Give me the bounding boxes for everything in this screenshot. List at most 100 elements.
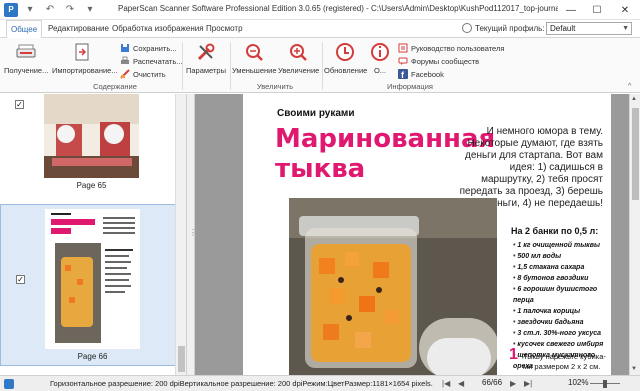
forums-button[interactable]: Форумы сообществ [398,55,479,67]
window-title: PaperScan Scanner Software Professional … [118,4,558,13]
ingredient-item: 8 бутонов гвоздики [513,273,611,284]
ingredients-title: На 2 банки по 0,5 л: [511,226,599,236]
redo-icon[interactable]: ↷ [62,2,78,18]
tools-icon [194,40,218,64]
profile-select[interactable]: Default ▼ [546,22,632,35]
info-icon [368,40,392,64]
page-viewer[interactable]: Своими руками Маринованная тыква И немно… [195,94,629,375]
facebook-button[interactable]: f Facebook [398,68,444,80]
step-text: Тыкву нарежьте кубика-ми размером 2 х 2 … [523,352,606,371]
qa-menu-icon[interactable]: ▾ [22,2,38,18]
minimize-button[interactable]: — [558,0,584,20]
group-content-label: Содержание [93,82,137,91]
page-65-label: Page 65 [76,181,107,190]
user-guide-button[interactable]: Руководство пользователя [398,42,504,54]
status-app-icon [4,378,14,389]
page-canvas: Своими руками Маринованная тыква И немно… [243,94,611,375]
profile-label-text: Текущий профиль: [475,23,545,33]
profile-label: Текущий профиль: [462,23,545,33]
save-icon [120,43,130,53]
pane-splitter[interactable]: ⋮ [187,94,197,375]
ingredient-item: кусочек свежего имбиря [513,339,611,350]
parameters-button[interactable]: Параметры [186,40,226,75]
user-guide-label: Руководство пользователя [411,43,505,53]
ingredient-item: 1 кг очищенной тыквы [513,240,611,251]
import-icon [70,40,94,64]
page-section-title: Своими руками [277,108,355,119]
page-65-thumbnail [44,94,139,178]
recipe-step: 1 Тыкву нарежьте кубика-ми размером 2 х … [509,346,611,372]
zoom-slider-knob[interactable] [603,380,607,388]
thumbnail-item-65[interactable]: ✓ Page 65 [0,94,176,202]
acquire-label: Получение... [4,66,49,75]
ribbon-separator [182,42,183,90]
thumbnail-scroll-thumb[interactable] [178,346,185,372]
clear-button[interactable]: Очистить [120,68,166,80]
ribbon-separator [230,42,231,90]
save-button[interactable]: Сохранить... [120,42,177,54]
tab-view[interactable]: Просмотр [202,20,247,38]
close-button[interactable]: ✕ [612,0,638,20]
thumbnail-scrollbar[interactable] [175,94,186,375]
thumbnail-item-66[interactable]: ✓ Page 66 [0,204,176,366]
facebook-icon: f [398,69,408,79]
ingredient-item: 500 мл воды [513,251,611,262]
forums-label: Форумы сообществ [411,56,480,66]
scroll-down-icon[interactable]: ▼ [631,366,637,372]
profile-value: Default [550,24,576,33]
zoom-out-label: Уменьшение [232,66,277,75]
ingredient-item: 3 ст.л. 30%-ного уксуса [513,328,611,339]
first-page-icon[interactable]: |◀ [442,379,450,388]
zoom-in-icon [286,40,310,64]
page-65-checkbox[interactable]: ✓ [15,100,24,109]
ribbon-separator [322,42,323,90]
viewer-scrollbar[interactable]: ▲ ▼ [629,94,640,375]
thumbnail-list: ✓ Page 65 ✓ Page 66 [0,94,176,375]
page-66-checkbox[interactable]: ✓ [16,275,25,284]
page-indicator: 66/66 [482,378,503,387]
maximize-button[interactable]: ☐ [584,0,610,20]
qa-customize-icon[interactable]: ▾ [82,2,98,18]
prev-page-icon[interactable]: ◀ [458,379,464,388]
about-button[interactable]: О... [368,40,392,75]
step-number: 1 [509,346,518,363]
parameters-label: Параметры [186,66,226,75]
forum-icon [398,56,408,66]
tab-edit[interactable]: Редактирование [44,20,113,38]
zoom-in-button[interactable]: Увеличение [278,40,319,75]
status-bar: Горизонтальное разрешение: 200 dpiВертик… [0,375,640,391]
group-info-label: Информация [387,82,433,91]
ribbon-collapse-icon[interactable]: ^ [628,80,631,92]
print-button[interactable]: Распечатать... [120,55,183,67]
next-page-icon[interactable]: ▶ [510,379,516,388]
zoom-out-button[interactable]: Уменьшение [232,40,277,75]
tab-image-processing[interactable]: Обработка изображения [108,20,208,38]
ribbon: Получение... Импортирование... Сохранить… [0,38,640,93]
clear-label: Очистить [133,69,166,79]
app-icon: P [4,2,18,17]
last-page-icon[interactable]: ▶| [524,379,532,388]
ingredient-item: 6 горошин душистого перца [513,284,611,306]
tab-general[interactable]: Общее [6,20,43,39]
zoom-out-icon [242,40,266,64]
update-button[interactable]: Обновление [324,40,367,75]
jar-photo [289,198,497,375]
import-button[interactable]: Импортирование... [52,40,118,75]
ingredient-item: 1 палочка корицы [513,306,611,317]
ingredient-item: звездочки бадьяна [513,317,611,328]
scroll-up-icon[interactable]: ▲ [631,96,637,102]
profile-icon [462,23,472,33]
scanner-icon [14,40,38,64]
ingredient-item: 1,5 стакана сахара [513,262,611,273]
status-text: Горизонтальное разрешение: 200 dpiВертик… [50,379,433,388]
page-66-thumbnail [45,209,140,349]
save-label: Сохранить... [133,43,177,53]
chevron-down-icon: ▼ [622,25,629,32]
viewer-scroll-thumb[interactable] [632,108,639,200]
book-icon [398,43,408,53]
facebook-label: Facebook [411,69,444,79]
undo-icon[interactable]: ↶ [42,2,58,18]
print-label: Распечатать... [133,56,183,66]
acquire-button[interactable]: Получение... [4,40,48,75]
title-bar: P ▾ ↶ ↷ ▾ PaperScan Scanner Software Pro… [0,0,640,20]
